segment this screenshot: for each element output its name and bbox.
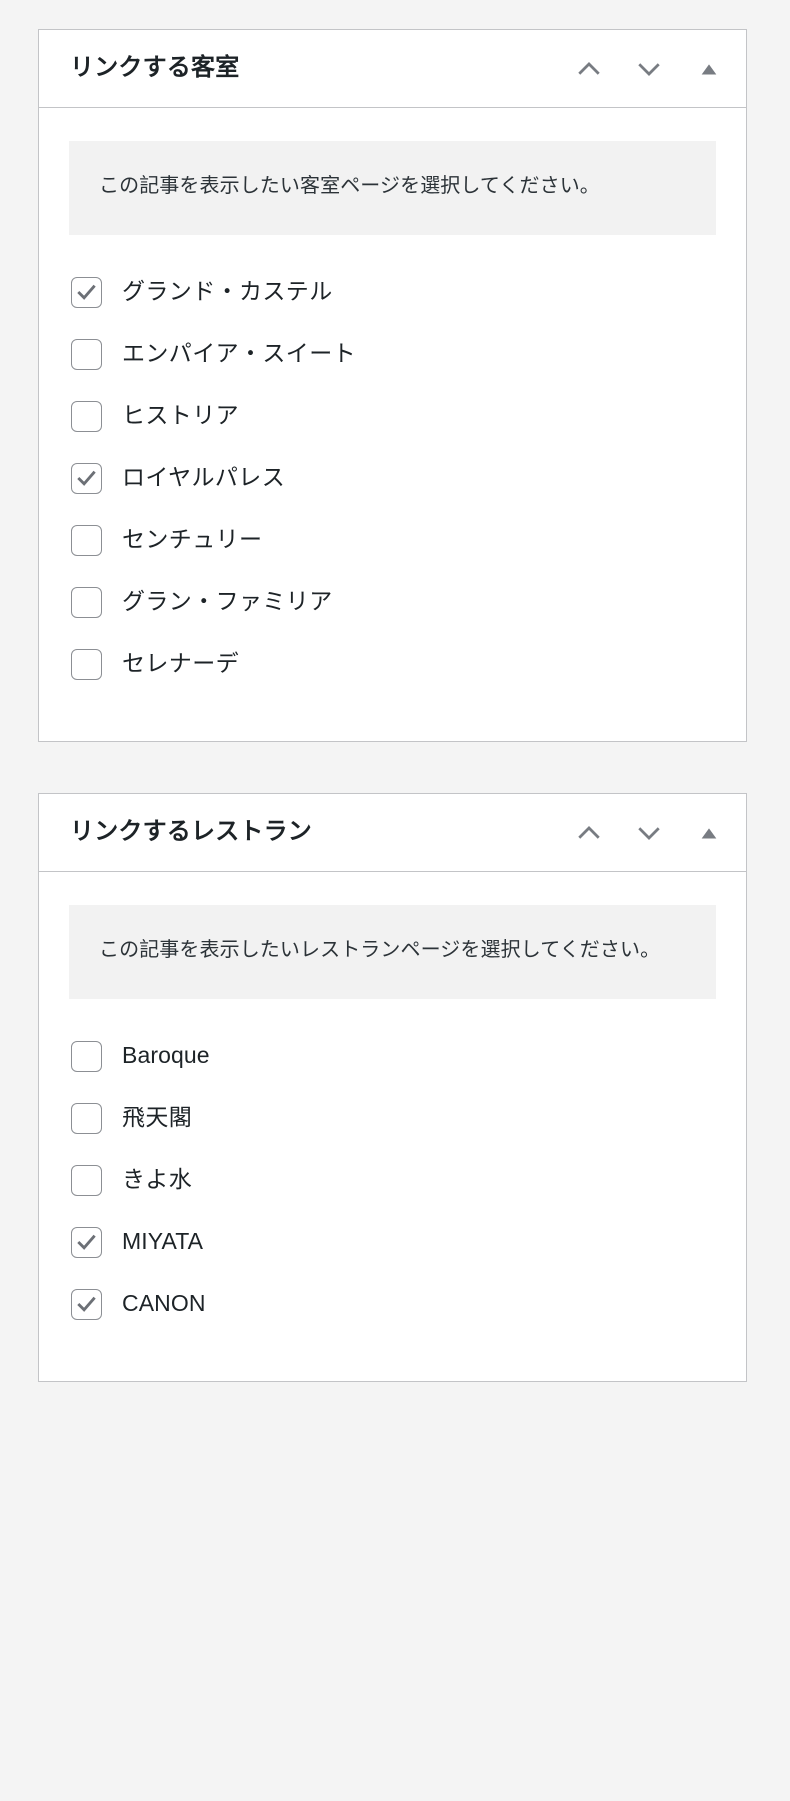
checkbox-checked-icon[interactable]: [71, 276, 102, 308]
checkbox-label: グランド・カステル: [122, 278, 333, 305]
checkbox-label: Baroque: [122, 1042, 210, 1069]
checkbox-list-item[interactable]: きよ水: [71, 1149, 716, 1211]
checkbox-checked-icon[interactable]: [71, 1288, 102, 1320]
chevron-up-icon: [574, 54, 604, 84]
checkbox-unchecked-icon[interactable]: [71, 1040, 102, 1072]
checkbox-list-item[interactable]: センチュリー: [71, 509, 716, 571]
checkbox-unchecked-icon[interactable]: [71, 524, 102, 556]
checkbox-label: ヒストリア: [122, 402, 239, 429]
panel-notice: この記事を表示したい客室ページを選択してください。: [69, 141, 716, 235]
checkbox-unchecked-icon[interactable]: [71, 400, 102, 432]
checkbox-label: ロイヤルパレス: [122, 464, 286, 491]
checkbox-checked-icon[interactable]: [71, 462, 102, 494]
chevron-down-icon: [634, 54, 664, 84]
move-down-button[interactable]: [628, 48, 670, 90]
chevron-up-icon: [574, 818, 604, 848]
panel-header-actions: [568, 794, 730, 871]
checkbox-unchecked-icon[interactable]: [71, 648, 102, 680]
checkbox-list-item[interactable]: ヒストリア: [71, 385, 716, 447]
checkbox-unchecked-icon[interactable]: [71, 586, 102, 618]
checkbox-checked-icon[interactable]: [71, 1226, 102, 1258]
checkbox-label: CANON: [122, 1290, 206, 1317]
checkbox-label: 飛天閣: [122, 1104, 193, 1131]
panel-title: リンクするレストラン: [70, 818, 312, 846]
triangle-up-icon: [698, 822, 720, 844]
metabox-page: リンクする客室この記事を表示したい客室ページを選択してください。グランド・カステ…: [0, 0, 790, 1801]
panel-title: リンクする客室: [70, 54, 240, 82]
checkbox-unchecked-icon[interactable]: [71, 1102, 102, 1134]
move-down-button[interactable]: [628, 812, 670, 854]
metabox-panel: リンクする客室この記事を表示したい客室ページを選択してください。グランド・カステ…: [38, 29, 747, 742]
triangle-up-icon: [698, 58, 720, 80]
checkbox-unchecked-icon[interactable]: [71, 338, 102, 370]
panel-header[interactable]: リンクする客室: [39, 30, 746, 108]
checkbox-unchecked-icon[interactable]: [71, 1164, 102, 1196]
checkbox-label: センチュリー: [122, 526, 263, 553]
toggle-panel-button[interactable]: [688, 812, 730, 854]
toggle-panel-button[interactable]: [688, 48, 730, 90]
panel-body: この記事を表示したいレストランページを選択してください。 Baroque 飛天閣きよ…: [39, 872, 746, 1381]
checkbox-list-item[interactable]: エンパイア・スイート: [71, 323, 716, 385]
checkbox-list: Baroque 飛天閣きよ水 MIYATA CANON: [69, 1025, 716, 1335]
panel-notice-text: この記事を表示したいレストランページを選択してください。: [99, 939, 661, 961]
checkbox-label: セレナーデ: [122, 650, 239, 677]
checkbox-list-item[interactable]: グラン・ファミリア: [71, 571, 716, 633]
panel-notice-text: この記事を表示したい客室ページを選択してください。: [99, 175, 600, 197]
checkbox-label: エンパイア・スイート: [122, 340, 356, 367]
metabox-panel: リンクするレストランこの記事を表示したいレストランページを選択してください。 Ba…: [38, 793, 747, 1382]
checkbox-list-item[interactable]: CANON: [71, 1273, 716, 1335]
panel-header-actions: [568, 30, 730, 107]
checkbox-list: グランド・カステル エンパイア・スイート ヒストリアロイヤルパレス センチュリーグラン…: [69, 261, 716, 695]
panel-header[interactable]: リンクするレストラン: [39, 794, 746, 872]
move-up-button[interactable]: [568, 812, 610, 854]
checkbox-list-item[interactable]: グランド・カステル: [71, 261, 716, 323]
checkbox-list-item[interactable]: MIYATA: [71, 1211, 716, 1273]
panel-body: この記事を表示したい客室ページを選択してください。グランド・カステル エンパイア・…: [39, 108, 746, 741]
checkbox-list-item[interactable]: Baroque: [71, 1025, 716, 1087]
checkbox-label: MIYATA: [122, 1228, 204, 1255]
checkbox-list-item[interactable]: ロイヤルパレス: [71, 447, 716, 509]
checkbox-label: きよ水: [122, 1166, 193, 1193]
checkbox-list-item[interactable]: セレナーデ: [71, 633, 716, 695]
move-up-button[interactable]: [568, 48, 610, 90]
panel-notice: この記事を表示したいレストランページを選択してください。: [69, 905, 716, 999]
checkbox-label: グラン・ファミリア: [122, 588, 333, 615]
chevron-down-icon: [634, 818, 664, 848]
checkbox-list-item[interactable]: 飛天閣: [71, 1087, 716, 1149]
